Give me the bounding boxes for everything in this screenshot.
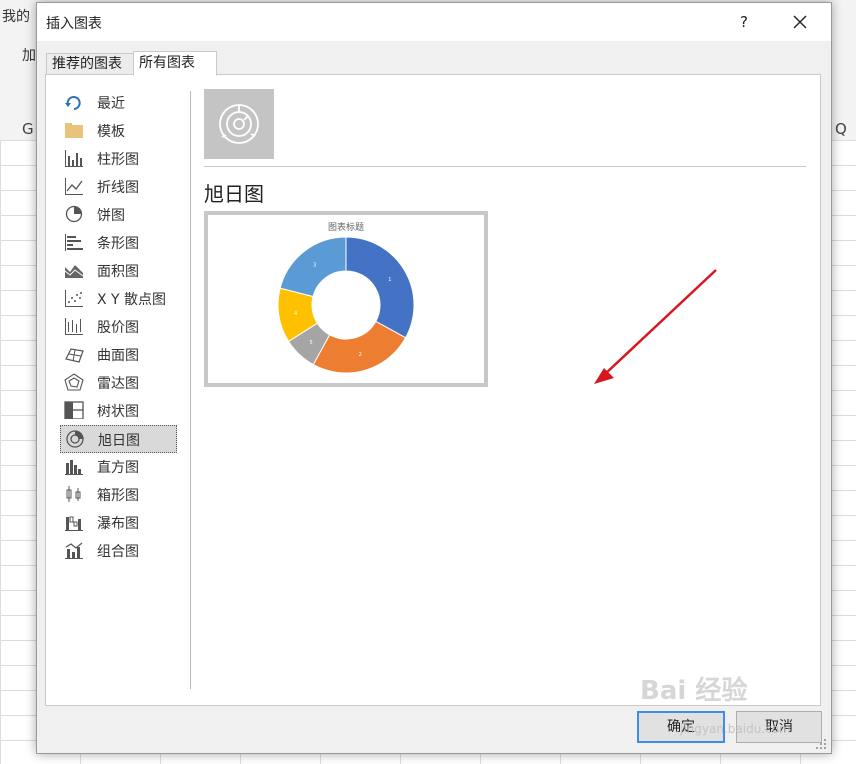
- recent-icon: [64, 93, 84, 111]
- chart-title: 图表标题: [328, 221, 364, 233]
- pie-chart-icon: [64, 205, 84, 223]
- insert-chart-dialog: 插入图表 ? 推荐的图表 所有图表 最近模板柱形图折线图饼图条形图面积图 X Y …: [36, 2, 832, 754]
- watermark-url: jingyan.baidu.com: [680, 722, 791, 736]
- sidebar-item-label: 饼图: [97, 208, 125, 224]
- sidebar-item-bar-chart[interactable]: 条形图: [60, 229, 176, 255]
- sidebar-item-scatter-chart[interactable]: X Y 散点图: [60, 285, 176, 311]
- sunburst-chart-icon: [65, 430, 85, 448]
- sidebar-item-surface-chart[interactable]: 曲面图: [60, 341, 176, 367]
- sidebar-item-label: 柱形图: [97, 152, 139, 168]
- sidebar-item-stock-chart[interactable]: 股价图: [60, 313, 176, 339]
- sunburst-icon: [219, 104, 259, 144]
- sidebar-item-pie-chart[interactable]: 饼图: [60, 201, 176, 227]
- sunburst-subtype-thumbnail[interactable]: [204, 89, 274, 159]
- dialog-title: 插入图表: [46, 16, 102, 32]
- close-icon: [793, 15, 807, 29]
- sidebar-item-label: 模板: [97, 124, 125, 140]
- folder-icon: [64, 121, 84, 139]
- sidebar-item-column-chart[interactable]: 柱形图: [60, 145, 176, 171]
- donut-chart: 图表标题 1 2 5 4 3: [277, 221, 415, 374]
- red-arrow-annotation: [594, 269, 717, 384]
- sidebar-item-recent[interactable]: 最近: [60, 89, 176, 115]
- sidebar-item-label: 最近: [97, 96, 125, 112]
- sidebar-item-label: 条形图: [97, 236, 139, 252]
- sidebar-item-combo-chart[interactable]: 组合图: [60, 537, 176, 563]
- sidebar-item-label: 曲面图: [97, 348, 139, 364]
- radar-chart-icon: [64, 373, 84, 391]
- donut-slice-1: [345, 236, 415, 339]
- sidebar-item-label: X Y 散点图: [97, 292, 167, 308]
- histogram-chart-icon: [64, 457, 84, 475]
- box-whisker-chart-icon: [64, 485, 84, 503]
- donut-slice-label: 1: [388, 277, 391, 283]
- sidebar-item-label: 股价图: [97, 320, 139, 336]
- sidebar-item-box-whisker-chart[interactable]: 箱形图: [60, 481, 176, 507]
- sidebar-item-label: 直方图: [97, 460, 139, 476]
- sidebar-item-label: 箱形图: [97, 488, 139, 504]
- donut-slice-label: 4: [294, 311, 297, 317]
- help-button[interactable]: ?: [731, 9, 757, 35]
- tab-recommended-charts[interactable]: 推荐的图表: [46, 53, 139, 75]
- sidebar-item-sunburst-chart[interactable]: 旭日图: [60, 425, 177, 453]
- watermark: Bai 经验: [640, 676, 748, 706]
- sidebar-item-label: 旭日图: [98, 433, 140, 449]
- donut-slice-label: 3: [313, 263, 316, 269]
- bar-chart-icon: [64, 233, 84, 251]
- dialog-titlebar: 插入图表 ?: [37, 3, 831, 41]
- close-button[interactable]: [785, 9, 815, 35]
- vertical-divider: [190, 91, 191, 689]
- resize-grip-icon[interactable]: [815, 738, 827, 750]
- app-title-fragment: 我的: [2, 9, 30, 25]
- sidebar-item-folder[interactable]: 模板: [60, 117, 176, 143]
- sidebar-item-treemap-chart[interactable]: 树状图: [60, 397, 176, 423]
- scatter-chart-icon: [64, 289, 84, 307]
- sidebar-item-area-chart[interactable]: 面积图: [60, 257, 176, 283]
- line-chart-icon: [64, 177, 84, 195]
- treemap-chart-icon: [64, 401, 84, 420]
- donut-slice-label: 5: [309, 340, 312, 346]
- sidebar-item-waterfall-chart[interactable]: 瀑布图: [60, 509, 176, 535]
- waterfall-chart-icon: [64, 513, 84, 531]
- all-charts-panel: 最近 模板 柱形图 折线图 饼图 条形图 面积图 X Y 散点图 股价图 曲面图 雷达图 树状图 旭日图…: [45, 74, 821, 706]
- sidebar-item-label: 折线图: [97, 180, 139, 196]
- donut-slice-label: 2: [359, 352, 362, 358]
- column-header-g: G: [22, 120, 34, 138]
- column-header-q: Q: [835, 120, 847, 138]
- tab-all-charts[interactable]: 所有图表: [133, 51, 217, 76]
- sidebar-item-label: 树状图: [97, 404, 139, 420]
- chart-type-heading: 旭日图: [204, 182, 264, 206]
- sidebar-item-label: 面积图: [97, 264, 139, 280]
- sidebar-item-line-chart[interactable]: 折线图: [60, 173, 176, 199]
- combo-chart-icon: [64, 541, 84, 559]
- sidebar-item-label: 组合图: [97, 544, 139, 560]
- sidebar-item-label: 瀑布图: [97, 516, 139, 532]
- sidebar-item-histogram-chart[interactable]: 直方图: [60, 453, 176, 479]
- column-chart-icon: [64, 149, 84, 167]
- area-chart-icon: [64, 261, 84, 279]
- horizontal-divider: [204, 166, 806, 167]
- sidebar-item-label: 雷达图: [97, 376, 139, 392]
- stock-chart-icon: [64, 317, 84, 335]
- chart-preview[interactable]: 图表标题 1 2 5 4 3: [204, 211, 488, 387]
- surface-chart-icon: [64, 345, 84, 363]
- sidebar-item-radar-chart[interactable]: 雷达图: [60, 369, 176, 395]
- ribbon-fragment: 加: [22, 48, 36, 64]
